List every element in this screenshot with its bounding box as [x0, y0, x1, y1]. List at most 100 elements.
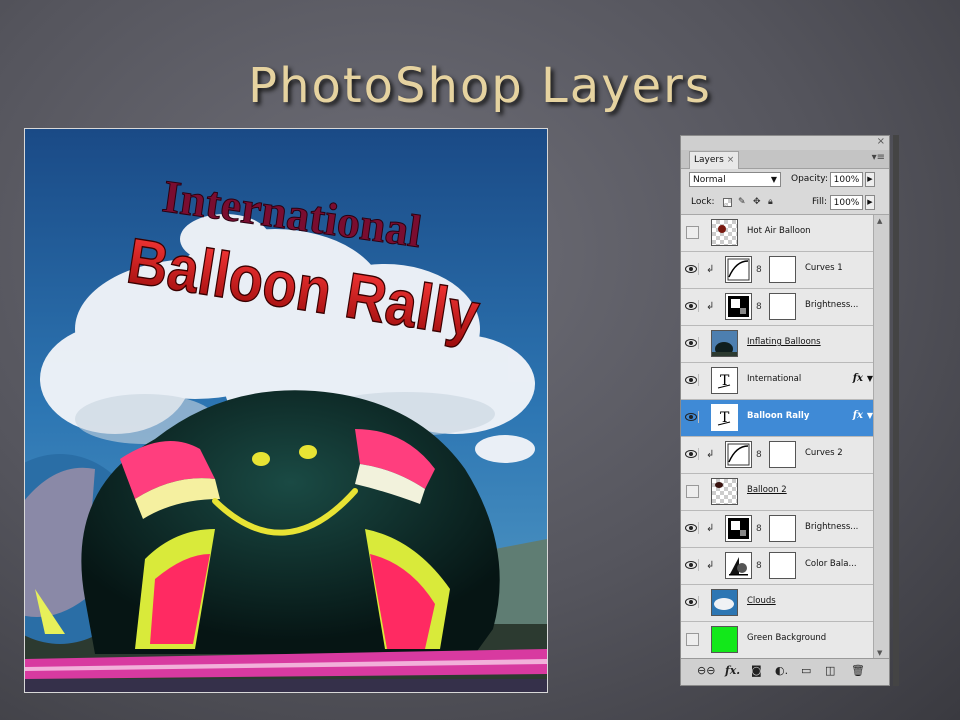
lock-position-move-icon[interactable]: ✥ — [753, 198, 762, 207]
fill-slider-arrow[interactable]: ▶ — [865, 195, 875, 210]
link-icon: 8 — [756, 524, 762, 534]
layer-row-green-background[interactable]: Green Background — [681, 622, 875, 659]
blend-mode-value: Normal — [693, 175, 726, 185]
blend-mode-select[interactable]: Normal ▼ — [689, 172, 781, 187]
text-layer-icon: T — [711, 367, 738, 394]
panel-dock-edge — [893, 135, 899, 686]
blend-opacity-row: Normal ▼ Opacity: 100% ▶ — [681, 169, 889, 191]
panel-menu-icon[interactable]: ▾≡ — [872, 152, 885, 163]
visibility-toggle[interactable] — [686, 226, 699, 239]
link-icon: 8 — [756, 265, 762, 275]
tab-layers[interactable]: Layers × — [689, 151, 740, 169]
eye-icon[interactable] — [684, 374, 699, 386]
layer-mask-thumbnail — [769, 515, 796, 542]
lock-image-brush-icon[interactable]: ✎ — [738, 198, 747, 207]
layer-row-balloon-2[interactable]: Balloon 2 — [681, 474, 875, 511]
new-group-folder-icon[interactable]: ▭ — [801, 665, 811, 677]
layer-row-clouds[interactable]: Clouds — [681, 585, 875, 622]
layer-name: Curves 2 — [805, 448, 843, 458]
layer-name: Clouds — [747, 596, 776, 606]
layer-row-balloon-rally[interactable]: T Balloon Rally fx ▼ — [681, 400, 875, 437]
layer-name: Curves 1 — [805, 263, 843, 273]
eye-icon[interactable] — [684, 448, 699, 460]
opacity-slider-arrow[interactable]: ▶ — [865, 172, 875, 187]
scroll-up-icon[interactable]: ▲ — [877, 217, 882, 225]
eye-icon[interactable] — [684, 263, 699, 275]
layer-name: Brightness... — [805, 522, 859, 532]
clip-arrow-icon: ↲ — [706, 449, 715, 460]
layer-thumbnail — [711, 626, 738, 653]
layer-name: Balloon Rally — [747, 411, 810, 421]
layer-row-brightness-1[interactable]: ↲ 8 Brightness... — [681, 289, 875, 326]
panel-close-button[interactable]: × — [877, 136, 885, 147]
link-icon: 8 — [756, 561, 762, 571]
chevron-down-icon: ▼ — [770, 175, 777, 184]
layer-mask-thumbnail — [769, 293, 796, 320]
layer-effects-icon[interactable]: fx — [853, 410, 863, 421]
eye-icon[interactable] — [684, 337, 699, 349]
scroll-down-icon[interactable]: ▼ — [877, 649, 882, 657]
layer-name: Inflating Balloons — [747, 337, 821, 347]
eye-icon[interactable] — [684, 300, 699, 312]
lock-transparency-icon[interactable] — [723, 198, 732, 207]
eye-icon[interactable] — [684, 596, 699, 608]
layer-thumbnail — [711, 589, 738, 616]
brightness-adjustment-icon — [725, 515, 752, 542]
clip-arrow-icon: ↲ — [706, 264, 715, 275]
layer-mask-thumbnail — [769, 552, 796, 579]
panel-bottom-toolbar: ⊖⊖ fx. ◙ ◐. ▭ ◫ 🗑︎ — [681, 658, 889, 685]
delete-layer-trash-icon[interactable]: 🗑︎ — [851, 665, 865, 677]
opacity-field[interactable]: 100% — [830, 172, 863, 187]
text-layer-icon: T — [711, 404, 738, 431]
layer-name: Color Bala... — [805, 559, 857, 569]
layer-row-color-balance[interactable]: ↲ 8 Color Bala... — [681, 548, 875, 585]
curves-adjustment-icon — [725, 441, 752, 468]
clip-arrow-icon: ↲ — [706, 301, 715, 312]
visibility-toggle[interactable] — [686, 633, 699, 646]
brightness-adjustment-icon — [725, 293, 752, 320]
layers-list: Hot Air Balloon ↲ 8 Curves 1 ↲ 8 Brightn… — [681, 215, 875, 659]
curves-adjustment-icon — [725, 256, 752, 283]
color-balance-adjustment-icon — [725, 552, 752, 579]
layer-effects-icon[interactable]: fx — [853, 373, 863, 384]
layer-row-curves-1[interactable]: ↲ 8 Curves 1 — [681, 252, 875, 289]
layer-thumbnail — [711, 330, 738, 357]
tab-layers-label: Layers — [694, 155, 724, 165]
fill-field[interactable]: 100% — [830, 195, 863, 210]
tab-close-icon[interactable]: × — [727, 155, 735, 165]
layer-thumbnail — [711, 478, 738, 505]
visibility-toggle[interactable] — [686, 485, 699, 498]
layer-row-brightness-2[interactable]: ↲ 8 Brightness... — [681, 511, 875, 548]
layer-row-curves-2[interactable]: ↲ 8 Curves 2 — [681, 437, 875, 474]
layer-mask-thumbnail — [769, 441, 796, 468]
layer-name: Brightness... — [805, 300, 859, 310]
layers-panel: × Layers × ▾≡ Normal ▼ Opacity: 100% ▶ Lo… — [680, 135, 890, 686]
panel-tab-row: Layers × ▾≡ — [681, 150, 889, 169]
eye-icon[interactable] — [684, 522, 699, 534]
layers-scrollbar[interactable]: ▲ ▼ — [873, 215, 889, 659]
add-mask-icon[interactable]: ◙ — [751, 665, 762, 677]
eye-icon[interactable] — [684, 559, 699, 571]
layer-name: Hot Air Balloon — [747, 226, 811, 236]
lock-fill-row: Lock: ✎ ✥ 🔒︎ Fill: 100% ▶ — [681, 192, 889, 215]
slide-title: PhotoShop Layers — [248, 58, 712, 114]
add-layer-style-icon[interactable]: fx. — [725, 665, 740, 677]
layer-row-international[interactable]: T International fx ▼ — [681, 363, 875, 400]
layer-name: International — [747, 374, 802, 384]
balloon-rally-image: International Balloon Rally — [24, 128, 548, 693]
eye-icon[interactable] — [684, 411, 699, 423]
new-layer-icon[interactable]: ◫ — [825, 665, 835, 677]
layer-row-hot-air-balloon[interactable]: Hot Air Balloon — [681, 215, 875, 252]
new-adjustment-layer-icon[interactable]: ◐. — [775, 665, 788, 677]
clip-arrow-icon: ↲ — [706, 560, 715, 571]
layer-row-inflating-balloons[interactable]: Inflating Balloons — [681, 326, 875, 363]
opacity-label: Opacity: — [791, 174, 828, 184]
link-icon: 8 — [756, 450, 762, 460]
layer-thumbnail — [711, 219, 738, 246]
layer-name: Green Background — [747, 633, 827, 643]
lock-all-icon[interactable]: 🔒︎ — [768, 198, 777, 207]
clip-arrow-icon: ↲ — [706, 523, 715, 534]
layer-mask-thumbnail — [769, 256, 796, 283]
link-icon: 8 — [756, 302, 762, 312]
link-layers-icon[interactable]: ⊖⊖ — [697, 665, 715, 677]
